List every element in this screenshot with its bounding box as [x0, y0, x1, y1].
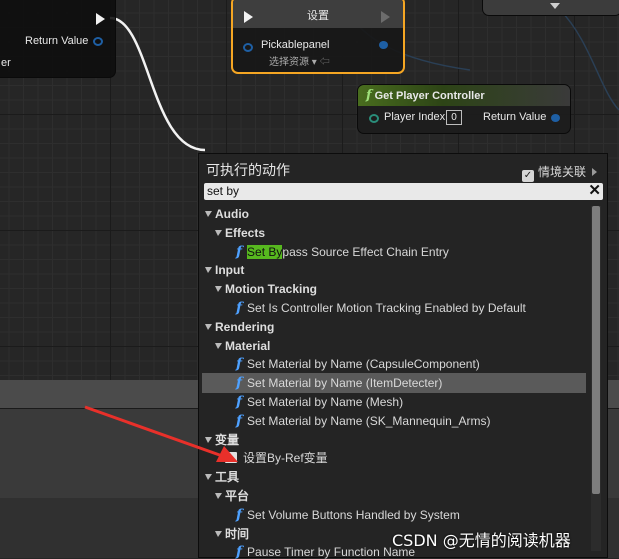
annotation-arrow [84, 405, 238, 462]
watermark: CSDN @无情的阅读机器 [392, 531, 571, 550]
